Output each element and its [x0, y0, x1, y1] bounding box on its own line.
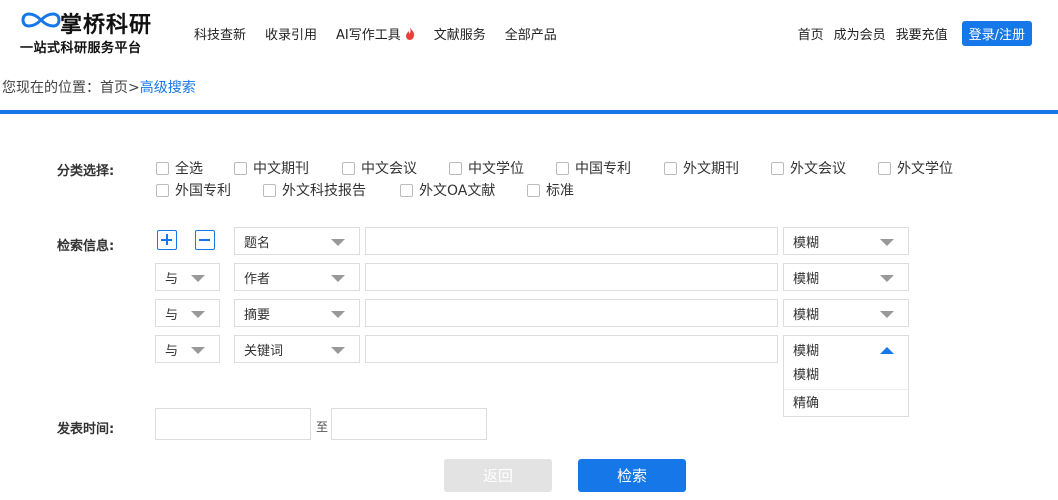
- nav-item-novelty-search[interactable]: 科技查新: [194, 24, 246, 43]
- category-cn-thesis[interactable]: 中文学位: [449, 158, 524, 178]
- date-from-input[interactable]: [155, 408, 311, 440]
- category-cn-conference[interactable]: 中文会议: [342, 158, 417, 178]
- breadcrumb-current: 高级搜索: [139, 80, 196, 96]
- brand-logo[interactable]: 掌桥科研 一站式科研服务平台: [20, 7, 170, 57]
- caret-down-icon: [331, 311, 345, 318]
- category-foreign-patent[interactable]: 外国专利: [156, 180, 231, 200]
- search-info-label: 检索信息:: [57, 239, 115, 254]
- caret-down-icon: [880, 275, 894, 282]
- checkbox[interactable]: [234, 161, 247, 175]
- match-select-2[interactable]: 模糊: [783, 263, 909, 291]
- checkbox[interactable]: [263, 183, 276, 197]
- caret-down-icon: [191, 275, 205, 282]
- recharge-link[interactable]: 我要充值: [896, 24, 948, 43]
- match-select-4-open[interactable]: 模糊: [783, 335, 909, 363]
- caret-down-icon: [880, 311, 894, 318]
- field-select-1[interactable]: 题名: [234, 227, 360, 255]
- match-option-exact[interactable]: 精确: [784, 389, 908, 416]
- checkbox[interactable]: [156, 161, 169, 175]
- logic-select-3[interactable]: 与: [155, 299, 220, 327]
- search-button[interactable]: 检索: [578, 459, 686, 492]
- logic-select-4[interactable]: 与: [155, 335, 220, 363]
- match-select-1[interactable]: 模糊: [783, 227, 909, 255]
- breadcrumb: 您现在的位置：首页>高级搜索: [2, 77, 196, 97]
- field-select-3[interactable]: 摘要: [234, 299, 360, 327]
- checkbox[interactable]: [400, 183, 413, 197]
- fire-icon: [405, 27, 414, 40]
- category-select-all[interactable]: 全选: [156, 158, 203, 178]
- breadcrumb-separator: >: [128, 80, 140, 96]
- field-select-4[interactable]: 关键词: [234, 335, 360, 363]
- category-standard[interactable]: 标准: [527, 180, 574, 200]
- category-foreign-conference[interactable]: 外文会议: [771, 158, 846, 178]
- main-nav: 科技查新 收录引用 AI写作工具 文献服务 全部产品: [194, 24, 576, 43]
- checkbox[interactable]: [664, 161, 677, 175]
- top-header: 掌桥科研 一站式科研服务平台 科技查新 收录引用 AI写作工具 文献服务 全部产…: [0, 0, 1058, 62]
- logic-select-2[interactable]: 与: [155, 263, 220, 291]
- caret-down-icon: [191, 347, 205, 354]
- brand-tagline: 一站式科研服务平台: [20, 41, 142, 56]
- caret-down-icon: [331, 275, 345, 282]
- category-cn-patent[interactable]: 中国专利: [556, 158, 631, 178]
- match-select-3[interactable]: 模糊: [783, 299, 909, 327]
- category-foreign-journal[interactable]: 外文期刊: [664, 158, 739, 178]
- brand-name: 掌桥科研: [60, 13, 153, 38]
- nav-item-literature-service[interactable]: 文献服务: [434, 24, 486, 43]
- checkbox[interactable]: [556, 161, 569, 175]
- checkbox[interactable]: [156, 183, 169, 197]
- nav-item-all-products[interactable]: 全部产品: [505, 24, 557, 43]
- membership-link[interactable]: 成为会员: [834, 24, 886, 43]
- checkbox[interactable]: [342, 161, 355, 175]
- remove-row-button[interactable]: [195, 230, 215, 250]
- caret-up-icon: [880, 347, 894, 354]
- match-option-fuzzy[interactable]: 模糊: [784, 362, 908, 389]
- search-term-input-1[interactable]: [365, 227, 778, 255]
- search-term-input-4[interactable]: [365, 335, 778, 363]
- category-cn-journal[interactable]: 中文期刊: [234, 158, 309, 178]
- date-range-separator: 至: [316, 420, 329, 434]
- checkbox[interactable]: [771, 161, 784, 175]
- nav-item-citation[interactable]: 收录引用: [265, 24, 317, 43]
- breadcrumb-prefix: 您现在的位置：: [2, 80, 100, 96]
- category-foreign-oa[interactable]: 外文OA文献: [400, 180, 495, 200]
- search-term-input-3[interactable]: [365, 299, 778, 327]
- user-nav: 首页 成为会员 我要充值 登录/注册: [788, 21, 1032, 46]
- checkbox[interactable]: [878, 161, 891, 175]
- checkbox[interactable]: [449, 161, 462, 175]
- caret-down-icon: [331, 347, 345, 354]
- date-to-input[interactable]: [331, 408, 487, 440]
- caret-down-icon: [191, 311, 205, 318]
- category-label: 分类选择:: [57, 164, 115, 179]
- section-divider: [0, 110, 1058, 114]
- breadcrumb-home[interactable]: 首页: [100, 80, 128, 96]
- match-dropdown-menu: 模糊 精确: [783, 362, 909, 417]
- caret-down-icon: [880, 239, 894, 246]
- caret-down-icon: [331, 239, 345, 246]
- search-term-input-2[interactable]: [365, 263, 778, 291]
- category-foreign-tech-report[interactable]: 外文科技报告: [263, 180, 366, 200]
- back-button[interactable]: 返回: [444, 459, 552, 492]
- publish-date-label: 发表时间:: [57, 422, 115, 437]
- checkbox[interactable]: [527, 183, 540, 197]
- nav-item-ai-writing[interactable]: AI写作工具: [336, 24, 415, 43]
- field-select-2[interactable]: 作者: [234, 263, 360, 291]
- category-foreign-thesis[interactable]: 外文学位: [878, 158, 953, 178]
- add-row-button[interactable]: [157, 230, 177, 250]
- home-link[interactable]: 首页: [798, 24, 824, 43]
- login-register-button[interactable]: 登录/注册: [961, 21, 1032, 46]
- infinity-logo-icon: [21, 12, 61, 28]
